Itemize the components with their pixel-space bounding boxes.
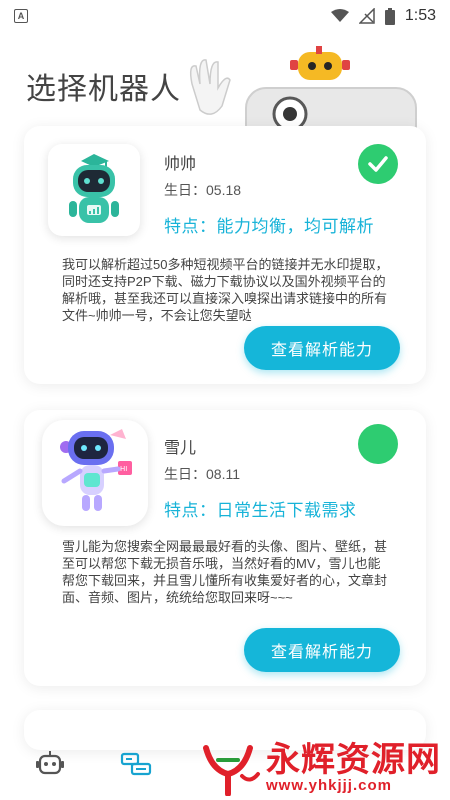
robot-feature: 特点：能力均衡，均可解析 <box>164 217 374 236</box>
robot-shuaishuai-avatar-icon <box>69 154 119 223</box>
robot-card-xueer[interactable]: HI 雪儿 生日：08.11 特点：日常生活下载需求 雪儿能为您搜索全网最最最好… <box>24 410 426 686</box>
notification-icon: A <box>14 9 28 23</box>
status-time: 1:53 <box>404 7 436 24</box>
robot-feature: 特点：日常生活下载需求 <box>164 501 357 520</box>
select-circle-icon[interactable] <box>358 424 398 464</box>
view-ability-button[interactable]: 查看解析能力 <box>244 326 400 370</box>
robot-card-shuaishuai[interactable]: 帅帅 生日：05.18 特点：能力均衡，均可解析 我可以解析超过50多种短视频平… <box>24 126 426 384</box>
robot-birthday: 生日：08.11 <box>164 466 240 482</box>
download-list-icon <box>120 752 152 776</box>
selected-check-icon[interactable] <box>358 144 398 184</box>
page-title: 选择机器人 <box>26 73 181 106</box>
svg-text:HI: HI <box>120 465 127 473</box>
robot-name: 帅帅 <box>164 156 197 173</box>
no-signal-icon <box>358 8 375 24</box>
view-ability-button[interactable]: 查看解析能力 <box>244 628 400 672</box>
avatar <box>48 144 140 236</box>
robot-description: 雪儿能为您搜索全网最最最好看的头像、图片、壁纸，甚至可以帮您下载无损音乐哦，当然… <box>62 539 388 605</box>
watermark-logo-icon <box>203 745 260 796</box>
battery-icon <box>384 7 395 25</box>
robot-birthday: 生日：05.18 <box>164 182 242 198</box>
robot-description: 我可以解析超过50多种短视频平台的链接并无水印提取，同时还支持P2P下载、磁力下… <box>62 257 389 323</box>
nav-download-tab[interactable] <box>116 744 156 784</box>
watermark: 永辉资源网 www.yhkjjj.com <box>198 740 448 796</box>
wifi-icon <box>330 9 349 22</box>
robot-name: 雪儿 <box>164 440 197 457</box>
nav-robot-tab[interactable] <box>30 744 70 784</box>
watermark-url: www.yhkjjj.com <box>266 776 392 794</box>
status-bar: A 1:53 <box>0 0 450 32</box>
avatar: HI <box>42 420 148 526</box>
robot-icon <box>36 751 64 775</box>
robot-xueer-avatar-icon: HI <box>60 429 132 511</box>
watermark-text: 永辉资源网 <box>266 740 441 779</box>
